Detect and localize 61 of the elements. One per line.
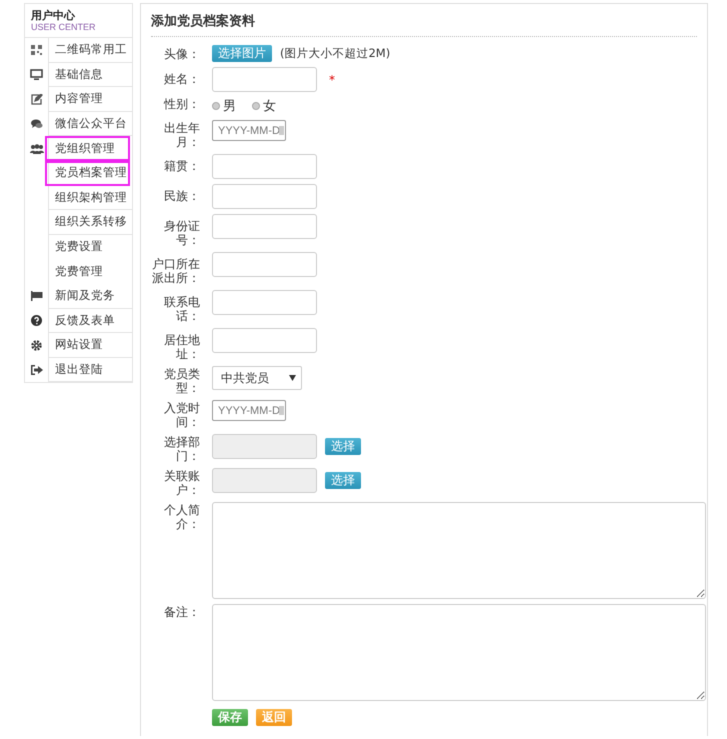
- sidebar-item[interactable]: 基础信息: [49, 62, 132, 88]
- edit-icon: [30, 94, 42, 105]
- settings-icon: [31, 340, 42, 351]
- radio-label: 女: [263, 98, 276, 115]
- radio-button[interactable]: [252, 102, 260, 110]
- required-mark: *: [329, 72, 335, 86]
- date-field[interactable]: YYYY-MM-D: [212, 120, 286, 141]
- flag-icon: [30, 291, 42, 302]
- date-field[interactable]: YYYY-MM-D: [212, 400, 286, 421]
- field-label: 备注：: [163, 604, 200, 619]
- chat-icon: [30, 119, 42, 130]
- field-label: 入党时间：: [163, 400, 200, 429]
- sidebar-item[interactable]: 党组织管理: [45, 136, 130, 161]
- sidebar-subtitle: USER CENTER: [31, 22, 97, 33]
- input-field[interactable]: [212, 328, 317, 353]
- sidebar-subitem[interactable]: 党员档案管理: [45, 160, 130, 186]
- text-area[interactable]: [212, 502, 706, 599]
- sidebar-title: 用户中心: [31, 9, 76, 22]
- text-area[interactable]: [212, 604, 706, 701]
- dropdown[interactable]: 中共党员: [212, 366, 302, 390]
- sidebar-item[interactable]: 新闻及党务: [49, 284, 132, 309]
- field-label: 联系电话：: [163, 294, 200, 323]
- field-label: 性别：: [162, 97, 200, 111]
- field-label: 身份证号：: [163, 218, 200, 247]
- sidebar-subitem[interactable]: 党费设置: [49, 234, 132, 260]
- size-hint: (图片大小不超过2M): [280, 46, 390, 61]
- input-field[interactable]: [212, 184, 317, 209]
- sign-out-icon: [30, 365, 42, 376]
- sidebar-item[interactable]: 网站设置: [49, 333, 132, 358]
- sidebar-item[interactable]: 内容管理: [49, 87, 132, 112]
- sidebar-item[interactable]: 反馈及表单: [49, 308, 132, 334]
- field-label: 出生年月：: [163, 120, 200, 149]
- field-label: 党员类型：: [163, 366, 200, 395]
- radio-label: 男: [223, 98, 236, 115]
- field-label: 籍贯：: [163, 158, 200, 173]
- field-label: 头像：: [163, 46, 200, 61]
- field-label: 民族：: [163, 188, 200, 203]
- monitor-icon: [30, 69, 43, 80]
- input-field[interactable]: [212, 252, 317, 277]
- field-label: 姓名：: [163, 71, 200, 86]
- sidebar-subitem[interactable]: 组织架构管理: [49, 186, 132, 210]
- input-field[interactable]: [212, 290, 317, 315]
- input-field[interactable]: [212, 214, 317, 239]
- caret-icon: [289, 375, 296, 381]
- field-label: 户口所在派出所：: [151, 256, 200, 285]
- radio-button[interactable]: [212, 102, 220, 110]
- field-label: 个人简介：: [163, 502, 200, 531]
- form-title: 添加党员档案资料: [151, 4, 697, 37]
- input-field[interactable]: [212, 154, 317, 179]
- sidebar-item[interactable]: 退出登陆: [49, 358, 132, 382]
- qr-code-icon: [31, 45, 42, 56]
- input-field[interactable]: [212, 67, 317, 92]
- sidebar-item[interactable]: 微信公众平台: [49, 112, 132, 136]
- sidebar-item[interactable]: 二维码常用工: [49, 38, 132, 63]
- sidebar-subitem[interactable]: 组织关系转移: [49, 210, 132, 235]
- field-label: 选择部门：: [163, 434, 200, 463]
- help-icon: [31, 315, 42, 326]
- field-label: 居住地址：: [163, 332, 200, 361]
- field-label: 关联账户：: [163, 468, 200, 497]
- users-icon: [30, 144, 44, 154]
- sidebar-subitem[interactable]: 党费管理: [49, 259, 132, 284]
